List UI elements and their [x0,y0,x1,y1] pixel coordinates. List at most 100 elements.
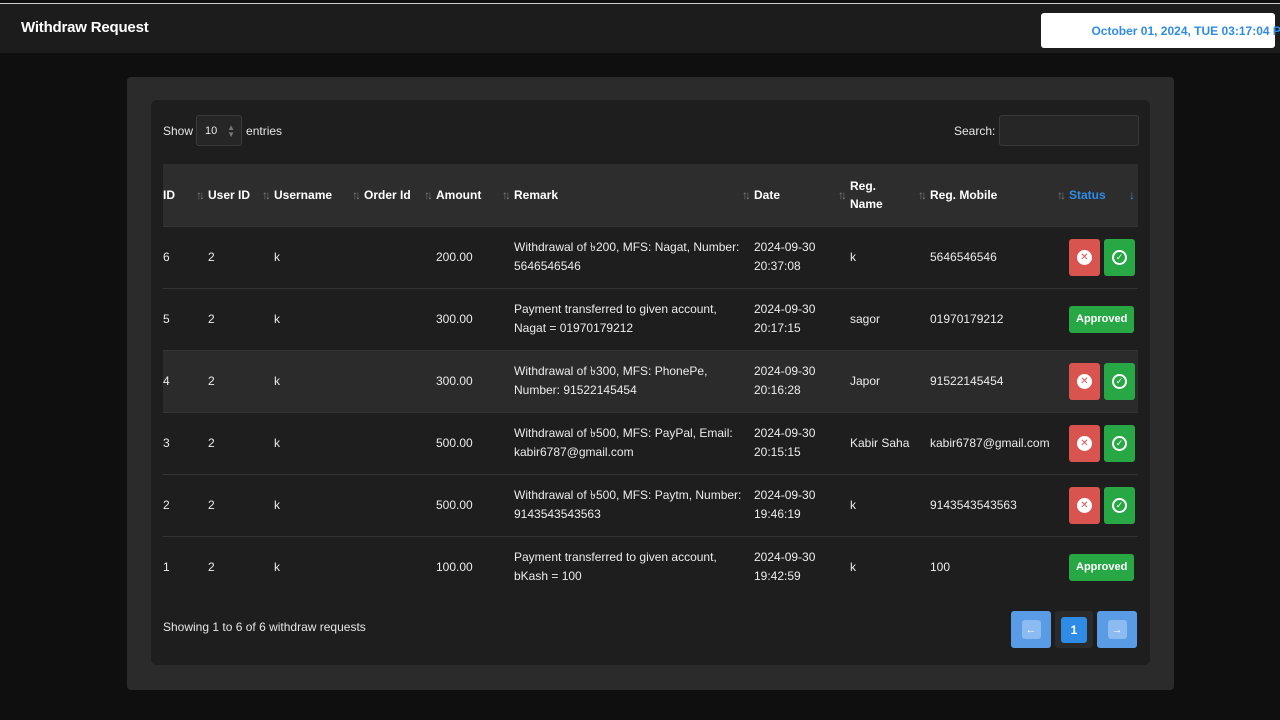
check-circle-icon: ✓ [1112,435,1127,451]
approve-button[interactable]: ✓ [1104,486,1135,524]
close-circle-icon: ✕ [1077,497,1092,513]
cell-status: ✕ ✓ [1069,350,1138,412]
cell-amount: 300.00 [436,311,473,326]
column-header-date[interactable]: Date ↑↓ [754,164,850,226]
table-row: 2 2 k 500.00 Withdrawal of ৳500, MFS: Pa… [163,474,1138,536]
cell-reg-name: sagor [850,311,881,326]
check-circle-icon: ✓ [1112,497,1127,513]
column-header-remark[interactable]: Remark ↑↓ [514,164,754,226]
cell-reg-name: k [850,559,856,574]
sort-icon: ↑↓ [918,187,927,202]
arrow-left-icon: ← [1021,620,1041,639]
sort-icon: ↑↓ [196,187,205,202]
reject-button[interactable]: ✕ [1069,486,1100,524]
cell-date: 2024-09-30 19:42:59 [754,550,816,584]
table-info: Showing 1 to 6 of 6 withdraw requests [163,620,366,634]
page-length-control: Show 10 ▲ ▼ entries [163,115,282,146]
table-row: 5 2 k 300.00 Payment transferred to give… [163,288,1138,350]
cell-date: 2024-09-30 20:17:15 [754,302,816,335]
sort-icon: ↑↓ [1057,187,1066,202]
cell-reg-mobile: 91522145454 [930,373,1004,388]
withdraw-table: ID ↑↓ User ID ↑↓ Username ↑↓ Order Id ↑↓ Amo… [163,164,1138,598]
check-circle-icon: ✓ [1112,249,1127,265]
sort-icon: ↑↓ [838,187,847,202]
sort-desc-icon: ↓ [1129,187,1135,202]
cell-amount: 200.00 [436,249,473,264]
cell-id: 4 [163,373,170,388]
sort-icon: ↑↓ [742,187,751,202]
cell-reg-name: Kabir Saha [850,435,910,450]
page-title: Withdraw Request [21,19,149,36]
approve-button[interactable]: ✓ [1104,238,1135,276]
cell-date: 2024-09-30 20:15:15 [754,426,816,459]
cell-status: ✕ ✓ [1069,474,1138,536]
cell-user-id: 2 [208,559,215,574]
cell-order-id [364,474,436,536]
cell-reg-mobile: 100 [930,559,951,574]
cell-remark: Withdrawal of ৳500, MFS: Paytm, Number: … [514,488,742,521]
cell-order-id [364,226,436,288]
column-header-status[interactable]: Status ↓ [1069,164,1138,226]
cell-user-id: 2 [208,311,215,326]
sort-icon: ↑↓ [262,187,271,202]
cell-remark: Payment transferred to given account, bK… [514,550,717,584]
arrow-right-icon: → [1107,620,1127,639]
cell-date: 2024-09-30 19:46:19 [754,488,816,521]
page-length-value: 10 [205,124,218,137]
cell-user-id: 2 [208,373,215,388]
close-circle-icon: ✕ [1077,373,1092,389]
cell-id: 1 [163,559,170,574]
cell-username: k [274,497,280,512]
cell-username: k [274,435,280,450]
cell-user-id: 2 [208,435,215,450]
table-header-row: ID ↑↓ User ID ↑↓ Username ↑↓ Order Id ↑↓ Amo… [163,164,1138,226]
cell-id: 5 [163,311,170,326]
table-row: 6 2 k 200.00 Withdrawal of ৳200, MFS: Na… [163,226,1138,288]
cell-reg-name: k [850,249,856,264]
column-header-reg-name[interactable]: Reg. Name ↑↓ [850,164,930,226]
cell-username: k [274,373,280,388]
column-header-order-id[interactable]: Order Id ↑↓ [364,164,436,226]
entries-label: entries [246,123,283,138]
reject-button[interactable]: ✕ [1069,362,1100,400]
approve-button[interactable]: ✓ [1104,424,1135,462]
page-header: Withdraw Request Today October 01, 2024,… [0,4,1280,53]
cell-reg-mobile: kabir6787@gmail.com [930,435,1050,450]
spinner-icon: ▲ ▼ [227,122,236,139]
table-row: 1 2 k 100.00 Payment transferred to give… [163,536,1138,598]
cell-reg-name: Japor [850,373,881,388]
cell-status: Approved [1069,536,1138,598]
reject-button[interactable]: ✕ [1069,238,1100,276]
search-input[interactable] [999,115,1140,146]
column-header-username[interactable]: Username ↑↓ [274,164,364,226]
sort-icon: ↑↓ [424,187,433,202]
page-1-button[interactable]: 1 [1055,611,1093,648]
date-display: Today October 01, 2024, TUE 03:17:04 PM [1041,13,1280,48]
cell-user-id: 2 [208,249,215,264]
search-label: Search: [954,123,996,138]
column-header-reg-mobile[interactable]: Reg. Mobile ↑↓ [930,164,1069,226]
cell-order-id [364,350,436,412]
current-page-number: 1 [1061,616,1087,643]
date-value: October 01, 2024, TUE 03:17:04 PM [1091,23,1280,38]
approve-button[interactable]: ✓ [1104,362,1135,400]
cell-order-id [364,412,436,474]
sort-icon: ↑↓ [502,187,511,202]
cell-amount: 500.00 [436,435,473,450]
close-circle-icon: ✕ [1077,435,1092,451]
column-header-user-id[interactable]: User ID ↑↓ [208,164,274,226]
cell-remark: Withdrawal of ৳500, MFS: PayPal, Email: … [514,426,733,459]
reject-button[interactable]: ✕ [1069,424,1100,462]
page-length-select[interactable]: 10 ▲ ▼ [196,115,243,146]
table-row: 4 2 k 300.00 Withdrawal of ৳300, MFS: Ph… [163,350,1138,412]
cell-order-id [364,288,436,350]
cell-username: k [274,249,280,264]
column-header-amount[interactable]: Amount ↑↓ [436,164,514,226]
cell-amount: 100.00 [436,559,473,574]
previous-page-button[interactable]: ← [1011,611,1051,648]
column-header-id[interactable]: ID ↑↓ [163,164,208,226]
next-page-button[interactable]: → [1097,611,1137,648]
cell-status: ✕ ✓ [1069,226,1138,288]
cell-id: 6 [163,249,170,264]
cell-amount: 500.00 [436,497,473,512]
